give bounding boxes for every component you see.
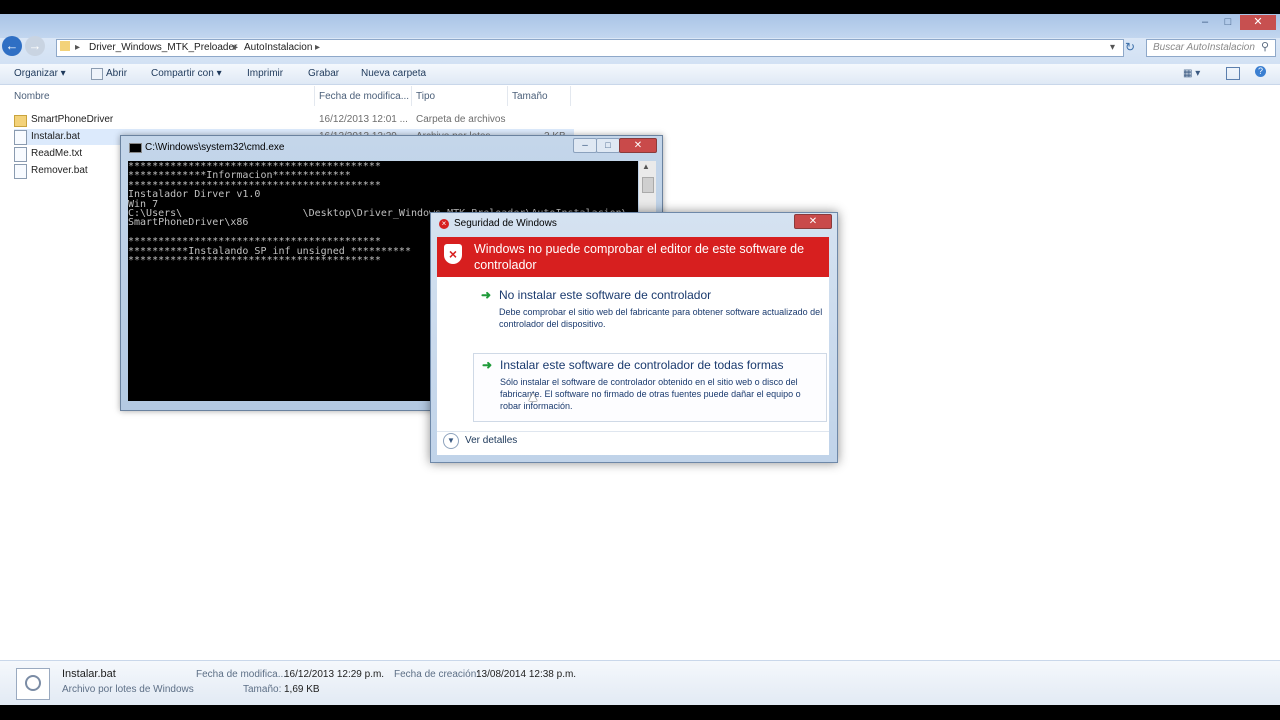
details-size-label: Tamaño:: [243, 684, 282, 695]
option1-desc: Debe comprobar el sitio web del fabrican…: [499, 307, 823, 329]
details-mod-label: Fecha de modifica...: [196, 669, 287, 680]
cmd-icon: [129, 143, 142, 153]
print-button[interactable]: Imprimir: [247, 68, 283, 79]
security-title: Seguridad de Windows: [454, 218, 557, 229]
warning-header: Windows no puede comprobar el editor de …: [474, 242, 805, 272]
refresh-icon[interactable]: ↻: [1125, 40, 1135, 54]
crumb-separator-icon: ▸: [233, 42, 239, 53]
open-button[interactable]: Abrir: [106, 68, 127, 79]
shield-icon: ×: [439, 219, 449, 229]
details-mod-value: 16/12/2013 12:29 p.m.: [284, 669, 385, 680]
new-folder-button[interactable]: Nueva carpeta: [361, 68, 426, 79]
search-icon: ⚲: [1261, 41, 1270, 53]
dont-install-option[interactable]: ➜ No instalar este software de controlad…: [477, 287, 827, 337]
open-icon: [91, 68, 103, 80]
details-filename: Instalar.bat: [62, 668, 116, 680]
gear-icon: [25, 675, 41, 691]
details-filetype: Archivo por lotes de Windows: [62, 684, 194, 695]
column-divider[interactable]: [570, 86, 571, 106]
crumb-separator-icon: ▸: [75, 42, 81, 53]
command-bar: Organizar ▾ Abrir Compartir con ▾ Imprim…: [0, 64, 1280, 85]
file-name: Remover.bat: [31, 165, 88, 176]
details-created-label: Fecha de creación:: [394, 669, 480, 680]
details-toggle[interactable]: ▼ Ver detalles: [443, 433, 553, 449]
search-placeholder: Buscar AutoInstalacion: [1153, 42, 1255, 53]
batch-file-icon: [14, 130, 27, 145]
breadcrumb-autoinstalacion[interactable]: AutoInstalacion: [244, 42, 312, 53]
column-divider[interactable]: [507, 86, 508, 106]
scroll-thumb[interactable]: [642, 177, 654, 193]
close-button[interactable]: ✕: [619, 138, 657, 153]
dialog-body: ➜ No instalar este software de controlad…: [437, 277, 829, 455]
green-arrow-icon: ➜: [482, 358, 493, 372]
folder-icon: [14, 115, 27, 127]
divider: [437, 431, 829, 432]
text-file-icon: [14, 147, 27, 162]
maximize-button[interactable]: □: [596, 138, 620, 153]
option1-title: No instalar este software de controlador: [499, 288, 712, 302]
file-name: ReadMe.txt: [31, 148, 83, 159]
back-arrow-icon[interactable]: ←: [2, 36, 22, 56]
minimize-button[interactable]: –: [573, 138, 597, 153]
batch-file-icon: [14, 164, 27, 179]
batch-file-icon: [16, 668, 50, 700]
option2-title: Instalar este software de controlador de…: [500, 358, 784, 372]
forward-arrow-icon[interactable]: →: [25, 36, 45, 56]
column-name[interactable]: Nombre: [14, 91, 50, 102]
mouse-cursor-icon: ▲: [526, 388, 540, 404]
details-pane: Instalar.bat Archivo por lotes de Window…: [0, 660, 1280, 705]
dropdown-arrow-icon[interactable]: ▾: [1110, 42, 1115, 53]
security-dialog[interactable]: × Seguridad de Windows ✕ × Windows no pu…: [430, 212, 838, 463]
organize-button[interactable]: Organizar ▾: [14, 68, 66, 79]
option2-desc: Sólo instalar el software de controlador…: [500, 377, 801, 411]
shield-error-icon: ×: [444, 244, 462, 264]
burn-button[interactable]: Grabar: [308, 68, 339, 79]
file-date: 16/12/2013 12:01 ...: [319, 114, 408, 125]
column-divider[interactable]: [411, 86, 412, 106]
scroll-up-icon[interactable]: ▲: [642, 162, 650, 171]
minimize-button[interactable]: –: [1194, 15, 1216, 30]
column-date[interactable]: Fecha de modifica...: [319, 91, 409, 102]
file-name: SmartPhoneDriver: [31, 114, 114, 125]
share-button[interactable]: Compartir con ▾: [151, 68, 222, 79]
file-name: Instalar.bat: [31, 131, 80, 142]
maximize-button[interactable]: □: [1217, 15, 1239, 30]
crumb-separator-icon: ▸: [315, 42, 321, 53]
address-field[interactable]: ▸ Driver_Windows_MTK_Preloader ▸ AutoIns…: [56, 39, 1124, 57]
help-icon[interactable]: ?: [1255, 66, 1266, 77]
cmd-title: C:\Windows\system32\cmd.exe: [145, 142, 285, 153]
green-arrow-icon: ➜: [481, 288, 492, 302]
file-type: Carpeta de archivos: [416, 114, 506, 125]
details-created-value: 13/08/2014 12:38 p.m.: [476, 669, 577, 680]
column-header: Nombre Fecha de modifica... Tipo Tamaño: [0, 86, 1280, 106]
column-type[interactable]: Tipo: [416, 91, 435, 102]
warning-banner: × Windows no puede comprobar el editor d…: [437, 237, 829, 277]
close-button[interactable]: ✕: [794, 214, 832, 229]
chevron-down-icon: ▼: [443, 433, 459, 449]
breadcrumb-driver[interactable]: Driver_Windows_MTK_Preloader: [89, 42, 237, 53]
column-size[interactable]: Tamaño: [512, 91, 548, 102]
preview-pane-icon[interactable]: [1226, 67, 1240, 80]
column-divider[interactable]: [314, 86, 315, 106]
details-size-value: 1,69 KB: [284, 684, 320, 695]
details-label: Ver detalles: [465, 435, 518, 446]
view-options-icon[interactable]: ▦ ▾: [1183, 68, 1200, 79]
search-input[interactable]: Buscar AutoInstalacion ⚲: [1146, 39, 1276, 57]
list-item[interactable]: SmartPhoneDriver 16/12/2013 12:01 ... Ca…: [14, 112, 574, 128]
folder-icon: [60, 41, 70, 51]
close-button[interactable]: ✕: [1240, 15, 1276, 30]
title-bar: – □ ✕: [0, 14, 1280, 38]
